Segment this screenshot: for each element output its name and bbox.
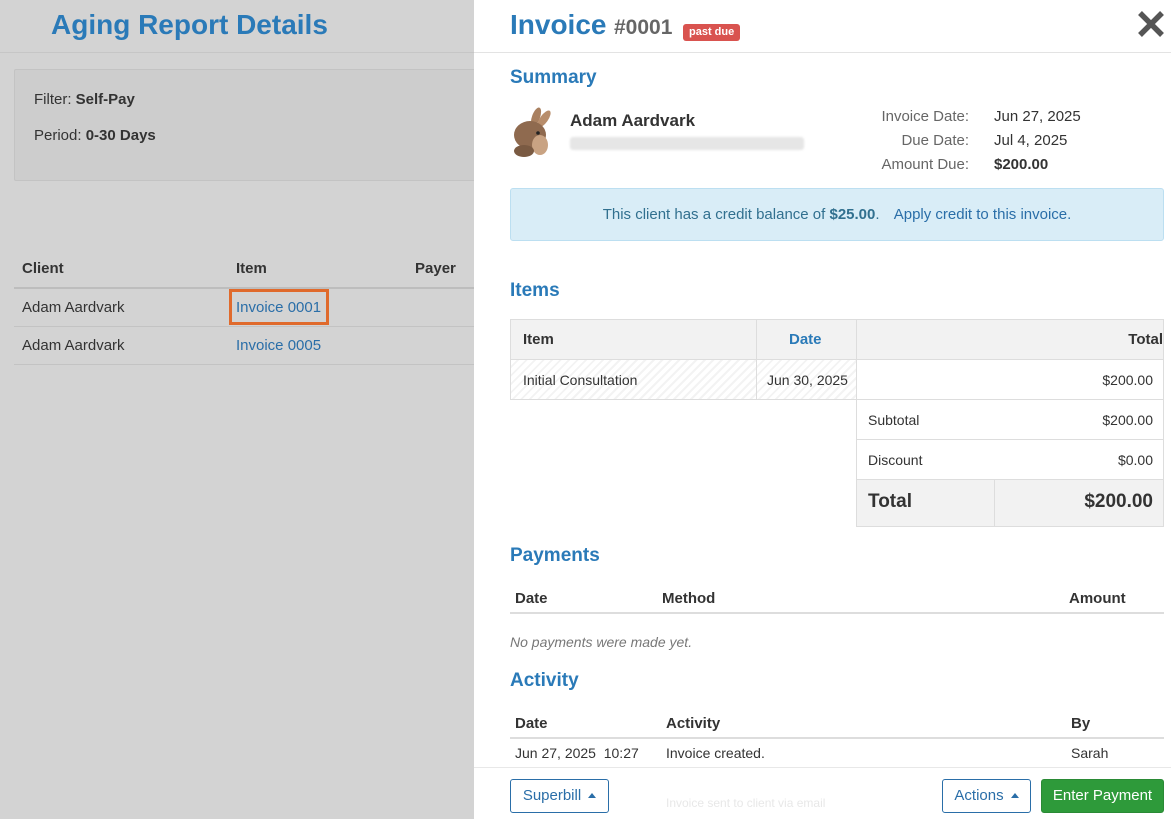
table-row: Adam Aardvark Invoice 0005: [14, 327, 514, 365]
total-value-cell: $200.00: [994, 479, 1164, 527]
client-name: Adam Aardvark: [570, 111, 696, 130]
items-heading: Items: [510, 280, 560, 301]
credit-period: .: [875, 206, 880, 223]
superbill-button[interactable]: Superbill: [510, 779, 609, 813]
close-icon[interactable]: [1136, 8, 1166, 40]
invoice-date-value: Jun 27, 2025: [994, 108, 1081, 125]
item-name-cell: Initial Consultation: [510, 359, 757, 400]
filter-value: Self-Pay: [75, 91, 135, 108]
due-date-value: Jul 4, 2025: [994, 132, 1068, 149]
total-value: $200.00: [1084, 491, 1153, 512]
filter-line: Filter: Self-Pay: [34, 91, 135, 108]
period-label: Period:: [34, 127, 82, 144]
payments-heading: Payments: [510, 545, 600, 566]
column-header-client: Client: [22, 260, 64, 277]
due-date-label: Due Date:: [901, 132, 969, 149]
invoice-title: Invoice: [510, 9, 607, 40]
activity-header-by: By: [1071, 715, 1091, 732]
total-label-cell: Total: [856, 479, 995, 527]
client-cell: Adam Aardvark: [22, 299, 125, 316]
filter-panel: Filter: Self-Pay Period: 0-30 Days: [14, 69, 514, 181]
payments-header-method: Method: [662, 590, 716, 607]
client-cell: Adam Aardvark: [22, 337, 125, 354]
drawer-footer: Invoice sent to client via email Superbi…: [474, 767, 1171, 819]
payments-header-date: Date: [515, 590, 548, 607]
item-date-cell: Jun 30, 2025: [756, 359, 857, 400]
credit-amount: $25.00: [829, 206, 876, 223]
caret-up-icon: [588, 793, 597, 798]
client-email-redacted: [570, 137, 804, 150]
caret-up-icon: [1010, 793, 1019, 798]
ghost-activity-row: Invoice sent to client via email: [666, 796, 826, 810]
invoice-link[interactable]: Invoice 0005: [236, 337, 321, 354]
column-header-item: Item: [510, 319, 757, 360]
credit-text: This client has a credit balance of: [602, 206, 826, 223]
activity-heading: Activity: [510, 670, 579, 691]
avatar: [510, 107, 554, 157]
item-total-cell: $200.00: [856, 359, 1164, 400]
payments-header-divider: [510, 612, 1164, 614]
column-header-item: Item: [236, 260, 267, 277]
column-header-total: Total: [856, 319, 1164, 360]
total-label: Total: [868, 491, 912, 512]
status-badge: past due: [683, 24, 741, 41]
discount-row: Discount $0.00: [856, 439, 1164, 480]
activity-header-divider: [510, 737, 1164, 739]
subtotal-label: Subtotal: [868, 412, 920, 428]
period-value: 0-30 Days: [85, 127, 156, 144]
discount-value: $0.00: [1117, 452, 1153, 468]
activity-by: Sarah: [1071, 745, 1109, 761]
drawer-header: Invoice #0001 past due: [474, 0, 1171, 53]
invoice-date-label: Invoice Date:: [881, 108, 969, 125]
activity-text: Invoice created.: [666, 745, 765, 761]
filter-label: Filter:: [34, 91, 72, 108]
column-header-date[interactable]: Date: [756, 319, 857, 360]
page-title: Aging Report Details: [51, 9, 328, 40]
no-payments-message: No payments were made yet.: [510, 634, 693, 650]
invoice-number: #0001: [614, 16, 673, 39]
invoice-drawer: Invoice #0001 past due Summary Adam Aard…: [474, 0, 1171, 819]
summary-heading: Summary: [510, 67, 597, 88]
column-header-payer: Payer: [415, 260, 456, 277]
subtotal-row: Subtotal $200.00: [856, 399, 1164, 440]
apply-credit-link[interactable]: Apply credit to this invoice.: [894, 206, 1072, 223]
selection-highlight: [229, 289, 329, 325]
activity-date: Jun 27, 2025 10:27: [515, 745, 639, 761]
amount-due-value: $200.00: [994, 156, 1049, 173]
actions-button[interactable]: Actions: [942, 779, 1031, 813]
subtotal-value: $200.00: [1102, 412, 1153, 428]
payments-header-amount: Amount: [1069, 590, 1126, 607]
discount-label: Discount: [868, 452, 923, 468]
credit-balance-alert: This client has a credit balance of $25.…: [510, 188, 1164, 241]
activity-header-activity: Activity: [666, 715, 721, 732]
period-line: Period: 0-30 Days: [34, 127, 156, 144]
enter-payment-button[interactable]: Enter Payment: [1041, 779, 1164, 813]
amount-due-label: Amount Due:: [881, 156, 969, 173]
activity-header-date: Date: [515, 715, 548, 732]
